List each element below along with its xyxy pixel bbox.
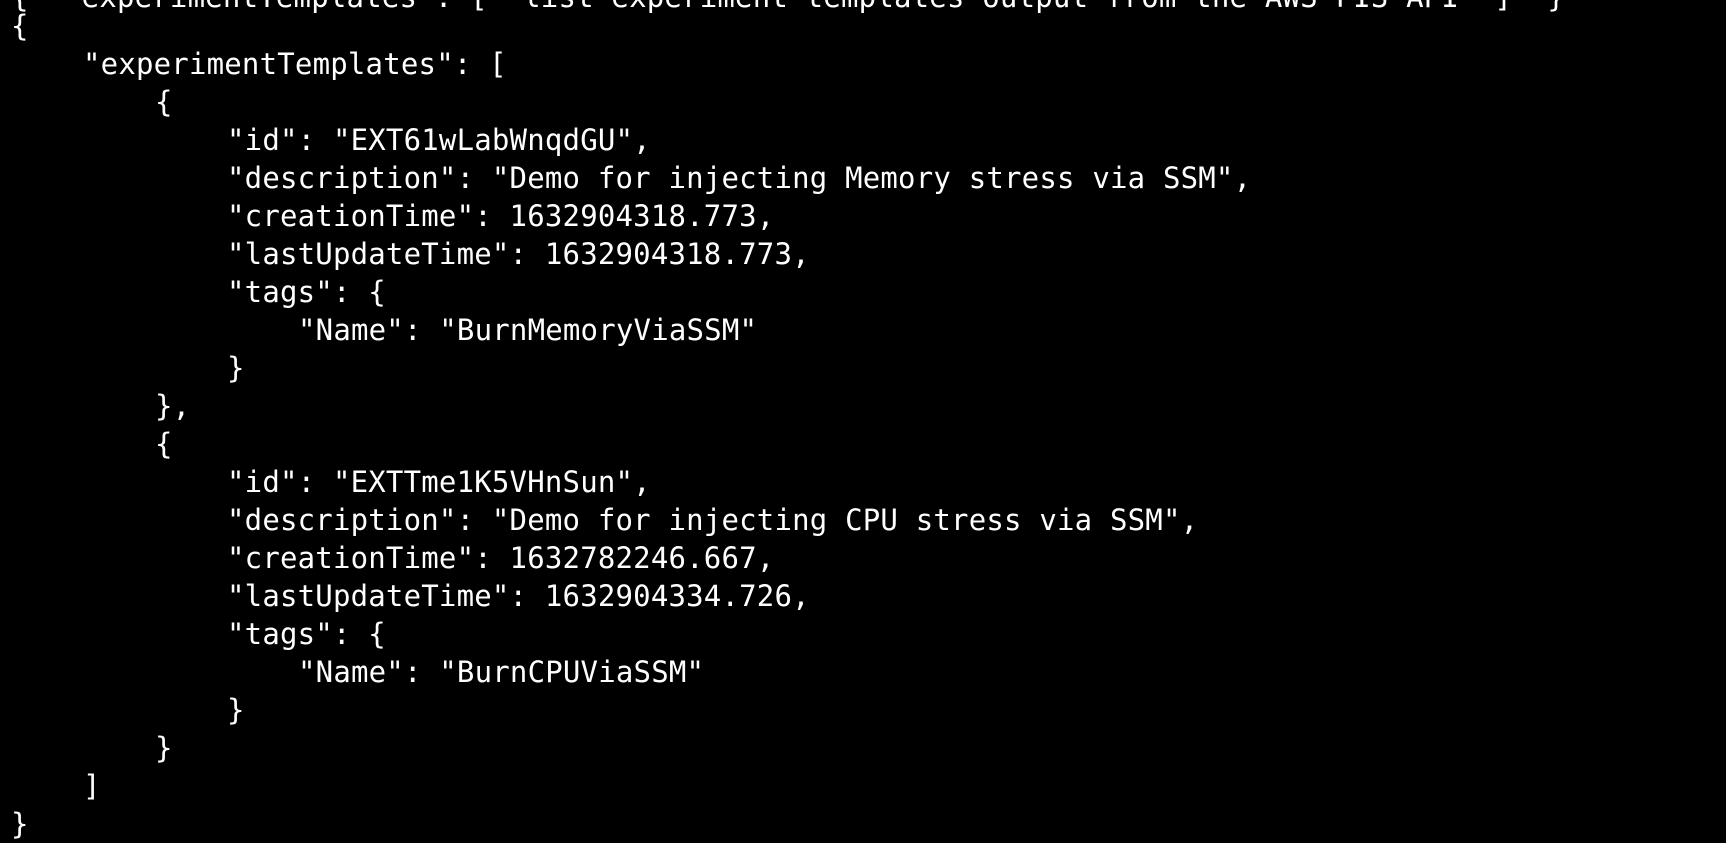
template-2-creation-time: "creationTime": 1632782246.667, (227, 541, 775, 575)
template-1-open: { (155, 85, 173, 119)
template-1-creation-time: "creationTime": 1632904318.773, (227, 199, 775, 233)
template-1-last-update-time: "lastUpdateTime": 1632904318.773, (227, 237, 810, 271)
template-1-tags-open: "tags": { (227, 275, 386, 309)
experiment-templates-key: "experimentTemplates": [ (83, 47, 507, 81)
template-1-description: "description": "Demo for injecting Memor… (227, 161, 1252, 195)
template-2-id: "id": "EXTTme1K5VHnSun", (227, 465, 651, 499)
template-2-tag-name: "Name": "BurnCPUViaSSM" (298, 655, 705, 689)
json-close-brace: } (11, 807, 29, 841)
terminal-output: { "experimentTemplates": [ list-experime… (0, 0, 1726, 841)
template-1-id: "id": "EXT61wLabWnqdGU", (227, 123, 651, 157)
template-1-close: }, (155, 389, 191, 423)
json-open-brace: { (11, 9, 29, 43)
template-2-tags-open: "tags": { (227, 617, 386, 651)
template-1-tag-name: "Name": "BurnMemoryViaSSM" (298, 313, 758, 347)
template-2-description: "description": "Demo for injecting CPU s… (227, 503, 1199, 537)
experiment-templates-close: ] (83, 769, 101, 803)
template-2-open: { (155, 427, 173, 461)
template-1-tags-close: } (227, 351, 245, 385)
truncated-top-line: { "experimentTemplates": [ list-experime… (11, 0, 1565, 16)
template-2-tags-close: } (227, 693, 245, 727)
template-2-close: } (155, 731, 173, 765)
template-2-last-update-time: "lastUpdateTime": 1632904334.726, (227, 579, 810, 613)
